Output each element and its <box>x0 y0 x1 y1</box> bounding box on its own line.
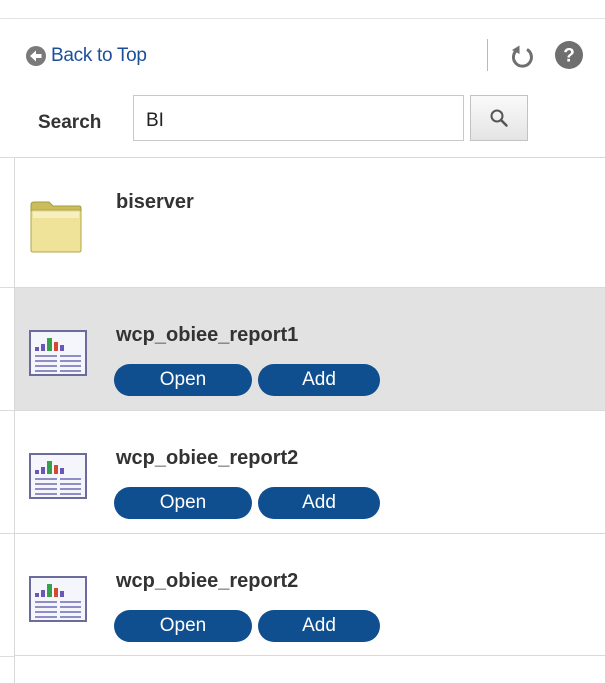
folder-icon[interactable] <box>29 195 83 253</box>
add-button[interactable]: Add <box>258 364 380 396</box>
item-title[interactable]: biserver <box>116 191 194 214</box>
report-icon[interactable] <box>29 330 87 376</box>
gutter-divider <box>0 533 14 534</box>
gutter-divider <box>0 656 14 657</box>
back-arrow-icon <box>26 46 46 66</box>
search-button[interactable] <box>470 95 528 141</box>
gutter-divider <box>0 287 14 288</box>
item-title[interactable]: wcp_obiee_report1 <box>116 324 298 347</box>
magnifier-icon <box>490 109 508 127</box>
add-button[interactable]: Add <box>258 610 380 642</box>
report-icon[interactable] <box>29 576 87 622</box>
item-title[interactable]: wcp_obiee_report2 <box>116 447 298 470</box>
item-title[interactable]: wcp_obiee_report2 <box>116 570 298 593</box>
gutter-divider <box>0 157 14 158</box>
item-actions: Open Add <box>114 364 380 396</box>
back-to-top-link[interactable]: Back to Top <box>26 45 147 67</box>
refresh-icon[interactable] <box>507 41 537 71</box>
list-item-biserver[interactable]: biserver <box>15 157 605 287</box>
back-to-top-label: Back to Top <box>51 45 147 66</box>
catalog-results-list: biserver wcp_obiee_report1 Open Add wcp_… <box>15 157 605 656</box>
search-label: Search <box>38 112 102 133</box>
catalog-panel: Back to Top ? Search bi <box>0 0 605 683</box>
item-actions: Open Add <box>114 487 380 519</box>
open-button[interactable]: Open <box>114 364 252 396</box>
help-icon[interactable]: ? <box>555 41 583 69</box>
gutter-divider <box>0 410 14 411</box>
search-input[interactable] <box>133 95 464 141</box>
toolbar: Back to Top ? Search <box>14 19 605 157</box>
open-button[interactable]: Open <box>114 610 252 642</box>
report-icon[interactable] <box>29 453 87 499</box>
add-button[interactable]: Add <box>258 487 380 519</box>
list-item-report[interactable]: wcp_obiee_report2 Open Add <box>15 533 605 656</box>
list-item-report[interactable]: wcp_obiee_report1 Open Add <box>15 287 605 410</box>
svg-text:?: ? <box>563 46 575 67</box>
item-actions: Open Add <box>114 610 380 642</box>
open-button[interactable]: Open <box>114 487 252 519</box>
toolbar-separator <box>487 39 488 71</box>
list-item-report[interactable]: wcp_obiee_report2 Open Add <box>15 410 605 533</box>
